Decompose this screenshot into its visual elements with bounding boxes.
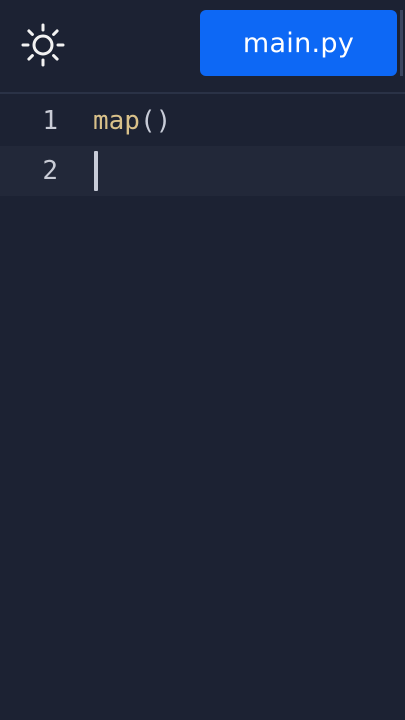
- code-editor-app: main.py 1 map() 2: [0, 0, 405, 720]
- tab-label: main.py: [242, 27, 355, 59]
- text-cursor: [94, 151, 98, 191]
- theme-toggle-button[interactable]: [18, 20, 68, 70]
- tab-main-py[interactable]: main.py: [200, 10, 397, 76]
- line-number: 1: [42, 106, 58, 136]
- line-number: 2: [42, 156, 58, 186]
- code-editor[interactable]: 1 map() 2: [0, 94, 405, 720]
- function-token: map: [93, 106, 140, 136]
- top-toolbar: main.py: [0, 0, 405, 92]
- next-tab-edge[interactable]: [400, 10, 403, 76]
- paren-token: (): [139, 106, 172, 136]
- line-code: map(): [93, 96, 171, 146]
- sun-icon: [21, 23, 65, 67]
- code-line-1[interactable]: 1 map(): [0, 96, 405, 146]
- code-line-2[interactable]: 2: [0, 146, 405, 196]
